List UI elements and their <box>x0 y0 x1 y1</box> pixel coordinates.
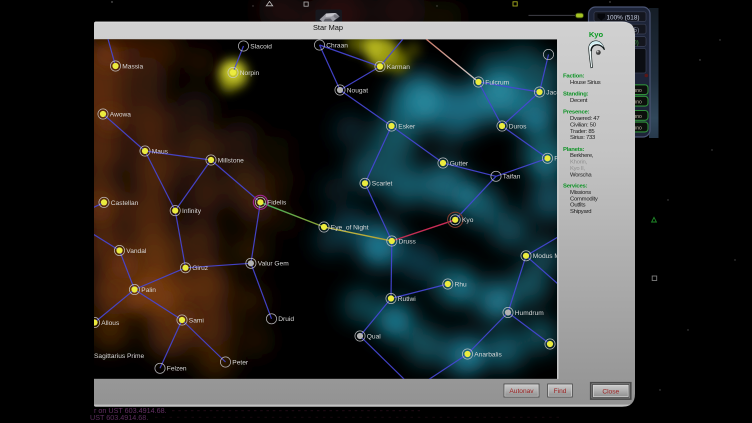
svg-text:Esker: Esker <box>398 123 416 130</box>
svg-text:UST 603.4914.68.: UST 603.4914.68. <box>90 413 148 422</box>
svg-text:Autonav: Autonav <box>509 388 534 395</box>
svg-text:Millstone: Millstone <box>218 157 244 164</box>
svg-text:Gutter: Gutter <box>450 160 469 167</box>
svg-text:Vandal: Vandal <box>126 248 147 255</box>
svg-text:Felzen: Felzen <box>167 366 187 373</box>
svg-text:Palin: Palin <box>141 287 156 294</box>
svg-text:Massia: Massia <box>122 63 143 70</box>
svg-text:Rhu: Rhu <box>455 281 467 288</box>
svg-text:Civilian: 50: Civilian: 50 <box>570 122 597 128</box>
svg-text:Nougat: Nougat <box>347 87 368 94</box>
svg-text:Planets:: Planets: <box>563 147 585 153</box>
svg-text:Missions: Missions <box>570 190 591 196</box>
svg-text:Shipyard: Shipyard <box>570 209 591 215</box>
svg-text:Valur Gem: Valur Gem <box>258 261 290 268</box>
svg-text:Presence:: Presence: <box>563 110 590 116</box>
svg-text:Giruz: Giruz <box>192 265 208 272</box>
svg-text:Kyo: Kyo <box>462 217 474 224</box>
svg-text:Fulcrum: Fulcrum <box>485 79 509 86</box>
svg-text:Commodity: Commodity <box>570 196 598 202</box>
svg-text:Sagittarius Prime: Sagittarius Prime <box>94 353 145 360</box>
svg-text:Chraan: Chraan <box>326 42 348 49</box>
svg-text:House Sirius: House Sirius <box>570 80 601 86</box>
svg-text:Karman: Karman <box>387 64 410 71</box>
svg-text:Close: Close <box>602 388 619 395</box>
svg-text:Taifan: Taifan <box>503 174 521 181</box>
svg-text:Decent: Decent <box>570 98 588 104</box>
svg-text:Faction:: Faction: <box>563 74 585 80</box>
svg-text:Services:: Services: <box>563 184 588 190</box>
svg-text:Awowa: Awowa <box>110 111 131 118</box>
svg-text:Star Map: Star Map <box>313 23 343 32</box>
svg-text:Khorin,: Khorin, <box>570 160 588 166</box>
svg-text:Worscha: Worscha <box>570 172 592 178</box>
svg-text:Qual: Qual <box>367 333 381 340</box>
svg-text:Rutlwi: Rutlwi <box>398 296 416 303</box>
svg-text:Kyo II,: Kyo II, <box>570 166 586 172</box>
svg-text:Outfits: Outfits <box>570 203 586 209</box>
svg-text:Castellan: Castellan <box>111 200 139 207</box>
svg-text:Eye_of Night: Eye_of Night <box>331 224 369 231</box>
svg-text:Allous: Allous <box>101 320 120 327</box>
svg-text:Slacoid: Slacoid <box>250 43 272 50</box>
svg-text:Humdrum: Humdrum <box>515 310 544 317</box>
svg-text:Find: Find <box>554 388 567 395</box>
svg-text:Sirius: 733: Sirius: 733 <box>570 135 596 141</box>
svg-text:Trader: 85: Trader: 85 <box>570 129 595 135</box>
svg-text:Druss: Druss <box>399 238 417 245</box>
svg-text:100% (518): 100% (518) <box>607 15 640 22</box>
svg-text:Duros: Duros <box>509 123 527 130</box>
svg-text:Maus: Maus <box>152 148 169 155</box>
svg-text:Sami: Sami <box>189 317 205 324</box>
svg-text:Standing:: Standing: <box>563 91 589 97</box>
svg-text:Anarbalis: Anarbalis <box>474 351 502 358</box>
svg-text:Dvaered: 47: Dvaered: 47 <box>570 116 599 122</box>
svg-text:Kyo: Kyo <box>589 30 604 39</box>
svg-text:Berkhere,: Berkhere, <box>570 153 594 159</box>
svg-text:Scarlet: Scarlet <box>372 181 393 188</box>
svg-text:Druid: Druid <box>278 316 294 323</box>
svg-text:Norpin: Norpin <box>240 70 260 77</box>
svg-text:Infinity: Infinity <box>182 208 202 215</box>
svg-text:Peter: Peter <box>232 359 249 366</box>
svg-text:Fidelis: Fidelis <box>267 200 287 207</box>
